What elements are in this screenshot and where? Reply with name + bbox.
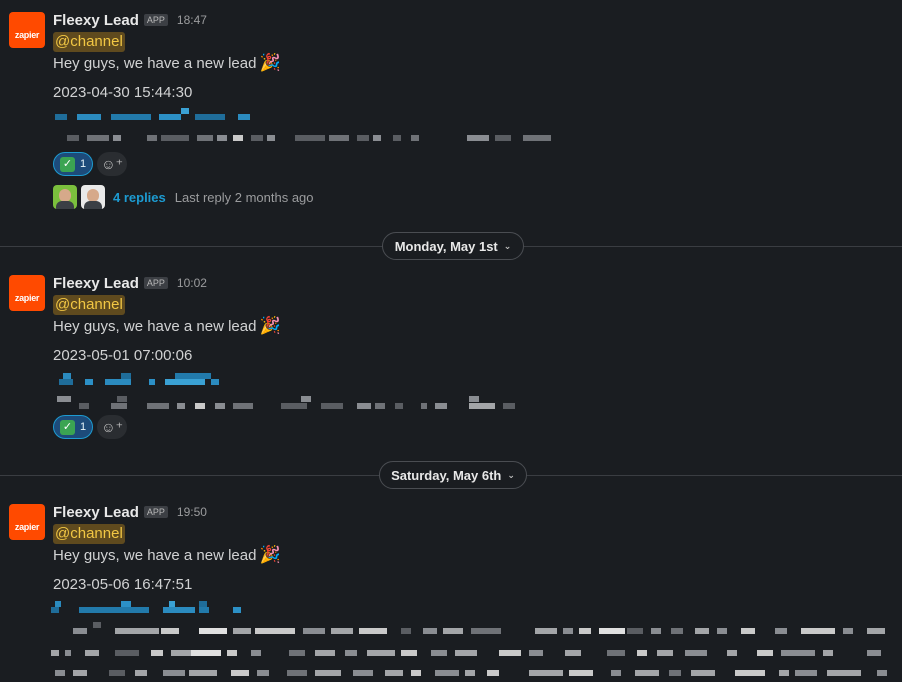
party-popper-icon: 🎉	[259, 316, 281, 335]
message-body: Hey guys, we have a new lead	[53, 318, 257, 335]
app-badge: APP	[143, 506, 168, 518]
chevron-down-icon: ⌄	[507, 469, 515, 480]
app-badge: APP	[143, 277, 168, 289]
channel-mention[interactable]: @channel	[53, 295, 125, 315]
reaction-count: 1	[80, 158, 87, 170]
redacted-text	[67, 135, 557, 145]
message-body: Hey guys, we have a new lead	[53, 547, 257, 564]
thread-summary[interactable]: 4 replies Last reply 2 months ago	[53, 185, 314, 209]
message-header: Fleexy Lead APP 18:47	[53, 10, 207, 30]
reactions-bar: ✓ 1 ☺⁺	[53, 152, 128, 176]
channel-mention[interactable]: @channel	[53, 32, 125, 52]
lead-date: 2023-05-06 16:47:51	[53, 576, 193, 593]
reactions-bar: ✓ 1 ☺⁺	[53, 415, 128, 439]
reaction-count: 1	[80, 421, 87, 433]
message-header: Fleexy Lead APP 19:50	[53, 502, 207, 522]
zapier-avatar[interactable]: zapier	[9, 12, 45, 48]
message-text: Hey guys, we have a new lead 🎉	[53, 316, 281, 337]
lead-date: 2023-04-30 15:44:30	[53, 84, 193, 101]
timestamp[interactable]: 18:47	[177, 13, 207, 27]
channel-mention[interactable]: @channel	[53, 524, 125, 544]
party-popper-icon: 🎉	[259, 53, 281, 72]
sender-name[interactable]: Fleexy Lead	[53, 12, 139, 29]
checkmark-reaction[interactable]: ✓ 1	[53, 152, 94, 176]
date-divider-button[interactable]: Monday, May 1st ⌄	[382, 232, 524, 260]
replier-avatar[interactable]	[53, 185, 77, 209]
timestamp[interactable]: 19:50	[177, 505, 207, 519]
message-text: Hey guys, we have a new lead 🎉	[53, 545, 281, 566]
message-body: Hey guys, we have a new lead	[53, 55, 257, 72]
redacted-link	[55, 373, 225, 387]
redacted-link	[55, 108, 255, 122]
zapier-avatar[interactable]: zapier	[9, 504, 45, 540]
message-header: Fleexy Lead APP 10:02	[53, 273, 207, 293]
redacted-text	[51, 622, 891, 682]
add-reaction-icon[interactable]: ☺⁺	[97, 152, 128, 176]
sender-name[interactable]: Fleexy Lead	[53, 504, 139, 521]
party-popper-icon: 🎉	[259, 545, 281, 564]
lead-date: 2023-05-01 07:00:06	[53, 347, 193, 364]
check-icon: ✓	[60, 419, 75, 435]
timestamp[interactable]: 10:02	[177, 276, 207, 290]
chevron-down-icon: ⌄	[503, 240, 512, 251]
last-reply-text: Last reply 2 months ago	[174, 189, 314, 205]
date-label: Saturday, May 6th	[391, 467, 502, 483]
check-icon: ✓	[60, 156, 75, 172]
date-divider-button[interactable]: Saturday, May 6th ⌄	[379, 461, 527, 489]
checkmark-reaction[interactable]: ✓ 1	[53, 415, 94, 439]
message-text: Hey guys, we have a new lead 🎉	[53, 53, 281, 74]
replies-link[interactable]: 4 replies	[113, 190, 166, 205]
app-badge: APP	[143, 14, 168, 26]
date-label: Monday, May 1st	[394, 238, 498, 254]
replier-avatar[interactable]	[81, 185, 105, 209]
redacted-link	[51, 601, 251, 615]
add-reaction-icon[interactable]: ☺⁺	[97, 415, 128, 439]
sender-name[interactable]: Fleexy Lead	[53, 275, 139, 292]
zapier-avatar[interactable]: zapier	[9, 275, 45, 311]
redacted-text	[55, 396, 535, 410]
